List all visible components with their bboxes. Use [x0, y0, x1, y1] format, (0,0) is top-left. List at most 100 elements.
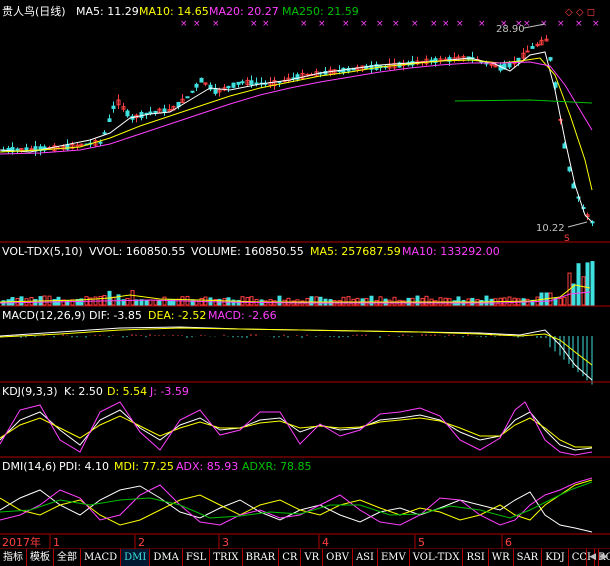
candle-body [489, 63, 494, 66]
tab--[interactable]: 全部 [54, 549, 81, 566]
candle-body [240, 81, 245, 84]
stock-chart[interactable]: 贵人鸟(日线) MA5: 11.29 MA10: 14.65 MA20: 20.… [0, 0, 610, 566]
ma10-label: MA10: 14.65 [139, 5, 209, 18]
volume-bar [56, 296, 61, 306]
signal-x-mark: × [300, 19, 308, 29]
volume-bar [415, 295, 420, 306]
month-label: 3 [222, 536, 229, 549]
tab--[interactable]: 模板 [27, 549, 54, 566]
tab-asi[interactable]: ASI [353, 549, 378, 566]
signal-x-mark: × [557, 19, 565, 29]
mdi-label: MDI: 77.25 [114, 460, 174, 473]
volume-bar [19, 296, 24, 306]
signal-x-mark: × [262, 19, 270, 29]
low-price-label: 10.22 [536, 223, 565, 234]
k-label: K: 2.50 [64, 385, 103, 398]
candle-body [548, 57, 553, 61]
tab-kdj[interactable]: KDJ [542, 549, 569, 566]
dmi-title: DMI(14,6) [2, 460, 56, 473]
dea-label: DEA: -2.52 [148, 309, 206, 322]
candle-body [194, 83, 199, 88]
candle-body [24, 147, 29, 151]
tab-vol-tdx[interactable]: VOL-TDX [410, 549, 464, 566]
ma250-label: MA250: 21.59 [282, 5, 359, 18]
tab-obv[interactable]: OBV [323, 549, 353, 566]
signal-x-mark: × [592, 19, 600, 29]
macd-title: MACD(12,26,9) [2, 309, 86, 322]
volume-bar [576, 263, 581, 306]
volume-bar [309, 296, 314, 306]
candle-body [236, 81, 241, 85]
tab-dmi[interactable]: DMI [121, 549, 151, 566]
adx-label: ADX: 85.93 [176, 460, 238, 473]
signal-x-mark: × [193, 19, 201, 29]
signal-x-mark: × [411, 19, 419, 29]
candle-body [148, 111, 153, 114]
volume-bar [585, 262, 590, 306]
signal-x-mark: × [342, 19, 350, 29]
tab-trix[interactable]: TRIX [210, 549, 243, 566]
vol-title: VOL-TDX(5,10) [2, 245, 83, 258]
volume-label: VOLUME: 160850.55 [191, 245, 304, 258]
dif-label: DIF: -3.85 [89, 309, 142, 322]
j-label: J: -3.59 [149, 385, 189, 398]
candle-body [199, 77, 204, 83]
volume-bar [277, 295, 282, 306]
macd-label: MACD: -2.66 [208, 309, 277, 322]
ma20-label: MA20: 20.27 [209, 5, 279, 18]
volume-bar [369, 295, 374, 306]
signal-x-mark: × [430, 19, 438, 29]
candle-body [15, 148, 20, 151]
month-label: 6 [505, 536, 512, 549]
year-label: 2017年 [2, 535, 41, 549]
tab-wr[interactable]: WR [489, 549, 514, 566]
signal-x-mark: × [212, 19, 220, 29]
volume-bar [190, 299, 195, 306]
candle-body [102, 132, 107, 135]
signal-x-mark: × [575, 19, 583, 29]
signal-x-mark: × [360, 19, 368, 29]
candle-body [226, 85, 231, 89]
stock-title: 贵人鸟(日线) [2, 4, 66, 18]
volume-bar [456, 296, 461, 306]
signal-x-mark: × [180, 19, 188, 29]
signal-x-mark: × [318, 19, 326, 29]
signal-x-mark: × [478, 19, 486, 29]
candle-body [231, 82, 236, 88]
volume-bar [157, 300, 162, 306]
tab-brar[interactable]: BRAR [243, 549, 280, 566]
month-label: 1 [53, 536, 60, 549]
tab-rsi[interactable]: RSI [463, 549, 489, 566]
volume-bar [318, 296, 323, 306]
candle-body [507, 62, 512, 68]
tab-prev-button[interactable]: ◀ [586, 549, 598, 566]
tab-dma[interactable]: DMA [150, 549, 183, 566]
volume-bar [144, 300, 149, 306]
tab-vr[interactable]: VR [301, 549, 324, 566]
tab-macd[interactable]: MACD [81, 549, 122, 566]
tab-cr[interactable]: CR [279, 549, 302, 566]
tab--[interactable]: 指标 [0, 549, 27, 566]
signal-x-mark: × [376, 19, 384, 29]
month-label: 5 [418, 536, 425, 549]
signal-x-mark: × [456, 19, 464, 29]
signal-x-mark: × [250, 19, 258, 29]
candle-body [29, 148, 34, 151]
tab-sar[interactable]: SAR [514, 549, 543, 566]
candle-body [98, 141, 103, 144]
candle-body [213, 87, 218, 94]
candle-body [525, 50, 530, 53]
pdi-label: PDI: 4.10 [59, 460, 109, 473]
vol-ma5-label: MA5: 257687.59 [310, 245, 401, 258]
tab-emv[interactable]: EMV [378, 549, 410, 566]
tab-next-button[interactable]: ▶ [598, 549, 610, 566]
signal-x-mark: × [442, 19, 450, 29]
d-label: D: 5.54 [107, 385, 147, 398]
tab-fsl[interactable]: FSL [183, 549, 211, 566]
high-price-label: 28.90 [496, 24, 525, 35]
corner-icons[interactable]: ◇ ◇ ◻ [565, 7, 595, 18]
candle-body [249, 80, 254, 86]
vol-ma10-label: MA10: 133292.00 [402, 245, 500, 258]
adxr-label: ADXR: 78.85 [242, 460, 312, 473]
candle-body [530, 46, 535, 49]
